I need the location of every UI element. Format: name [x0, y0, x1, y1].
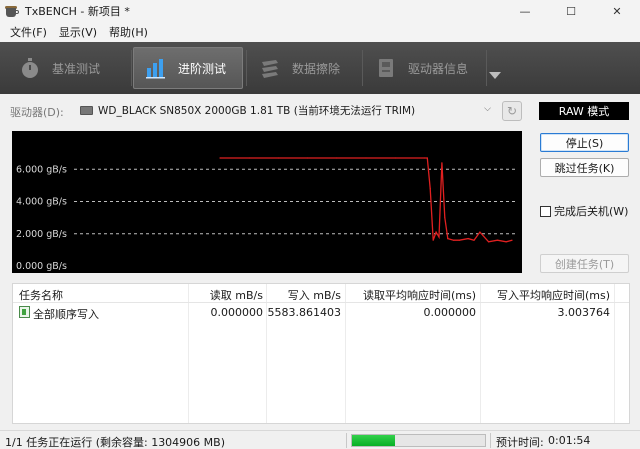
- shutdown-after-label: 完成后关机(W): [554, 205, 629, 218]
- data-point: [467, 237, 469, 240]
- menu-file[interactable]: 文件(F): [4, 24, 53, 40]
- chevron-down-icon: ⌵: [484, 104, 491, 114]
- data-point: [447, 237, 449, 240]
- menu-help[interactable]: 帮助(H): [103, 24, 154, 40]
- maximize-button[interactable]: ☐: [548, 0, 594, 22]
- data-point: [219, 157, 221, 159]
- tab-benchmark[interactable]: 基准测试: [8, 47, 128, 89]
- drive-icon: [80, 106, 93, 115]
- throughput-chart: 6.000 gB/s 4.000 gB/s 2.000 gB/s 0.000 gB/s: [12, 131, 522, 273]
- coffee-cup-app-icon: [5, 4, 19, 18]
- minimize-button[interactable]: —: [502, 0, 548, 22]
- data-point: [277, 157, 279, 159]
- tab-data-erase-label: 数据擦除: [292, 61, 341, 76]
- drive-select-value: WD_BLACK SN850X 2000GB 1.81 TB (当前环境无法运行…: [98, 105, 416, 117]
- tab-drive-info[interactable]: 驱动器信息: [364, 47, 484, 89]
- skip-task-button[interactable]: 跳过任务(K): [540, 158, 629, 177]
- task-table: 任务名称 读取 mB/s 写入 mB/s 读取平均响应时间(ms) 写入平均响应…: [12, 283, 630, 424]
- data-point: [473, 239, 475, 241]
- data-point: [441, 162, 443, 164]
- data-point: [496, 239, 498, 241]
- series-line: [220, 157, 513, 243]
- menu-bar: 文件(F) 显示(V) 帮助(H): [0, 22, 640, 42]
- tab-benchmark-label: 基准测试: [52, 61, 101, 76]
- shutdown-after-checkbox-row[interactable]: 完成后关机(W): [540, 203, 628, 219]
- y-tick-label: 0.000 gB/s: [16, 261, 67, 272]
- drive-select[interactable]: WD_BLACK SN850X 2000GB 1.81 TB (当前环境无法运行…: [76, 100, 497, 121]
- data-point: [336, 157, 338, 159]
- data-point: [365, 157, 367, 159]
- tab-advanced-test-label: 进阶测试: [178, 61, 227, 76]
- column-header-task-name[interactable]: 任务名称: [19, 287, 63, 303]
- status-bar: 1/1 任务正在运行 (剩余容量: 1304906 MB) 预计时间: 0:01…: [0, 430, 640, 449]
- eta-value: 0:01:54: [548, 434, 591, 447]
- data-point: [394, 157, 396, 159]
- column-header-write-latency[interactable]: 写入平均响应时间(ms): [481, 287, 610, 303]
- close-button[interactable]: ✕: [594, 0, 640, 22]
- y-tick-label: 4.000 gB/s: [16, 197, 67, 208]
- task-progress-fill: [352, 435, 395, 446]
- data-point: [307, 157, 309, 159]
- column-header-read[interactable]: 读取 mB/s: [189, 287, 263, 303]
- data-point: [438, 236, 440, 238]
- column-header-read-latency[interactable]: 读取平均响应时间(ms): [346, 287, 476, 303]
- tab-advanced-test[interactable]: 进阶测试: [133, 47, 243, 89]
- table-header: 任务名称 读取 mB/s 写入 mB/s 读取平均响应时间(ms) 写入平均响应…: [13, 284, 629, 303]
- bar-chart-icon: [144, 56, 168, 80]
- task-name-cell: 全部顺序写入: [33, 308, 99, 321]
- write-cell: 5583.861403: [267, 306, 341, 319]
- data-point: [429, 188, 431, 190]
- throughput-chart-svg: 6.000 gB/s 4.000 gB/s 2.000 gB/s 0.000 gB/s: [16, 157, 516, 272]
- eraser-icon: [258, 56, 282, 80]
- data-point: [458, 239, 461, 241]
- title-bar: TxBENCH - 新项目 * — ☐ ✕: [0, 0, 640, 22]
- task-icon: [19, 306, 30, 318]
- data-point: [488, 241, 490, 243]
- stopwatch-icon: [18, 56, 42, 80]
- data-point: [432, 239, 434, 241]
- y-tick-label: 6.000 gB/s: [16, 164, 67, 175]
- raw-mode-indicator: RAW 模式: [539, 102, 629, 120]
- menu-view[interactable]: 显示(V): [53, 24, 103, 40]
- stop-button[interactable]: 停止(S): [540, 133, 629, 152]
- eta-label: 预计时间:: [496, 436, 544, 449]
- drive-info-icon: [374, 56, 398, 80]
- data-point: [423, 157, 425, 159]
- tab-data-erase[interactable]: 数据擦除: [248, 47, 360, 89]
- table-row[interactable]: 全部顺序写入 0.000000 5583.861403 0.000000 3.0…: [13, 303, 629, 321]
- create-task-button[interactable]: 创建任务(T): [540, 254, 629, 273]
- data-point: [426, 157, 428, 159]
- status-text: 1/1 任务正在运行 (剩余容量: 1304906 MB): [5, 436, 226, 449]
- data-point: [248, 157, 250, 159]
- data-point: [505, 241, 507, 243]
- main-toolbar: 基准测试 进阶测试 数据擦除 驱动器信息: [0, 42, 640, 94]
- drive-label: 驱动器(D):: [10, 106, 64, 119]
- data-point: [479, 231, 481, 233]
- write-latency-cell: 3.003764: [557, 306, 611, 319]
- refresh-icon: ↻: [506, 104, 518, 118]
- data-point: [435, 231, 437, 233]
- refresh-button[interactable]: ↻: [502, 101, 522, 121]
- shutdown-after-checkbox[interactable]: [540, 205, 551, 217]
- data-point: [444, 217, 446, 219]
- task-progress-bar: [351, 434, 486, 447]
- y-tick-label: 2.000 gB/s: [16, 229, 67, 240]
- toolbar-more-dropdown-icon[interactable]: [489, 72, 501, 79]
- column-header-write[interactable]: 写入 mB/s: [267, 287, 341, 303]
- window-title: TxBENCH - 新项目 *: [25, 5, 130, 18]
- read-latency-cell: 0.000000: [423, 306, 477, 319]
- read-cell: 0.000000: [210, 306, 264, 319]
- data-point: [511, 239, 513, 241]
- data-point: [453, 239, 455, 241]
- tab-drive-info-label: 驱动器信息: [408, 61, 469, 76]
